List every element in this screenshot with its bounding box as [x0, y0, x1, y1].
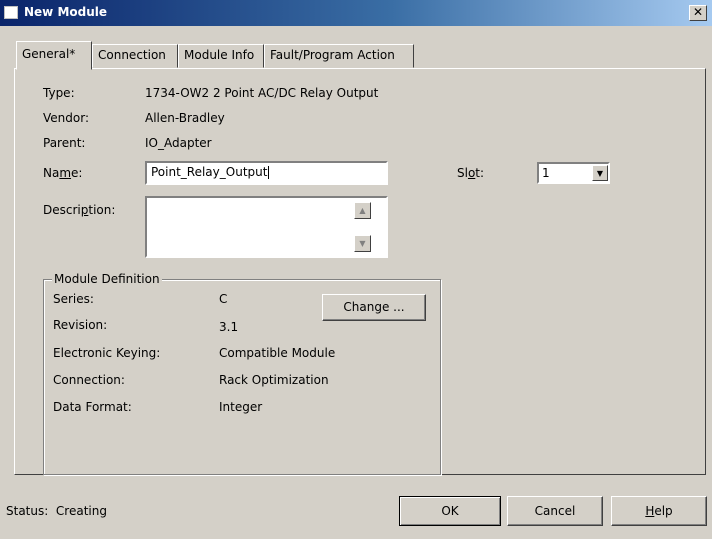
series-value: C — [219, 292, 228, 306]
connection-value: Rack Optimization — [219, 373, 329, 387]
parent-value: IO_Adapter — [145, 136, 212, 150]
slot-select[interactable]: 1 ▼ — [537, 162, 610, 184]
module-definition-title: Module Definition — [52, 272, 162, 286]
scroll-up-arrow-icon[interactable]: ▲ — [354, 202, 371, 219]
name-input[interactable]: Point_Relay_Output — [145, 161, 388, 185]
electronic-keying-label: Electronic Keying: — [53, 346, 161, 360]
type-label: Type: — [43, 86, 75, 100]
text-caret — [268, 166, 270, 179]
ok-button[interactable]: OK — [399, 496, 501, 526]
parent-label: Parent: — [43, 136, 86, 150]
vendor-label: Vendor: — [43, 111, 89, 125]
change-button[interactable]: Change ... — [322, 294, 426, 321]
data-format-label: Data Format: — [53, 400, 132, 414]
cancel-button[interactable]: Cancel — [507, 496, 603, 526]
revision-value: 3.1 — [219, 320, 239, 334]
revision-label: Revision: — [53, 318, 108, 332]
type-value: 1734-OW2 2 Point AC/DC Relay Output — [145, 86, 379, 100]
scroll-down-arrow-icon[interactable]: ▼ — [354, 235, 371, 252]
name-label: Name: — [43, 166, 83, 180]
description-textarea[interactable]: ▲ ▼ — [145, 196, 388, 258]
vendor-value: Allen-Bradley — [145, 111, 225, 125]
status-label: Status: — [6, 504, 49, 518]
slot-select-value: 1 — [542, 166, 550, 180]
chevron-down-icon[interactable]: ▼ — [592, 165, 608, 181]
slot-label: Slot: — [457, 166, 485, 180]
connection-label: Connection: — [53, 373, 125, 387]
description-label: Description: — [43, 203, 116, 217]
data-format-value: Integer — [219, 400, 263, 414]
status-value: Creating — [55, 504, 107, 518]
status-text: Status: Creating — [6, 504, 107, 518]
name-input-value: Point_Relay_Output — [151, 165, 268, 179]
series-label: Series: — [53, 292, 94, 306]
electronic-keying-value: Compatible Module — [219, 346, 336, 360]
help-button[interactable]: Help — [611, 496, 707, 526]
